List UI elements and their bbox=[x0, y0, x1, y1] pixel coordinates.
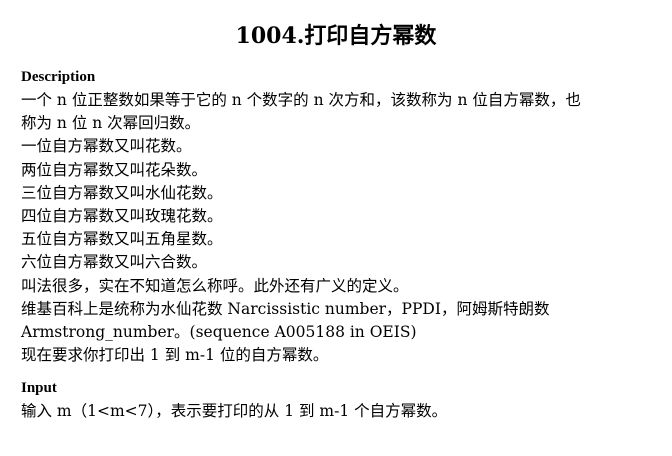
description-line: 叫法很多，实在不知道怎么称呼。此外还有广义的定义。 bbox=[21, 276, 409, 295]
description-line: Armstrong_number。(sequence A005188 in OE… bbox=[21, 323, 417, 342]
description-heading: Description bbox=[21, 69, 96, 85]
input-line: 输入 m（1<m<7），表示要打印的从 1 到 m-1 个自方幂数。 bbox=[21, 402, 448, 420]
description-line: 维基百科上是统称为水仙花数 Narcissistic number，PPDI，阿… bbox=[21, 299, 550, 318]
description-line: 六位自方幂数又叫六合数。 bbox=[21, 253, 208, 272]
description-body: 一个 n 位正整数如果等于它的 n 个数字的 n 次方和，该数称为 n 位自方幂… bbox=[21, 89, 661, 367]
problem-page: 1004.打印自方幂数 Description 一个 n 位正整数如果等于它的 … bbox=[0, 0, 672, 456]
problem-title: 1004.打印自方幂数 bbox=[235, 23, 437, 49]
description-line: 四位自方幂数又叫玫瑰花数。 bbox=[21, 207, 223, 226]
description-line: 一位自方幂数又叫花数。 bbox=[21, 137, 192, 156]
input-section: Input 输入 m（1<m<7），表示要打印的从 1 到 m-1 个自方幂数。 bbox=[21, 379, 661, 423]
description-line: 三位自方幂数又叫水仙花数。 bbox=[21, 183, 223, 202]
description-line: 现在要求你打印出 1 到 m-1 位的自方幂数。 bbox=[21, 346, 329, 365]
input-heading: Input bbox=[21, 380, 57, 396]
description-line: 五位自方幂数又叫五角星数。 bbox=[21, 230, 223, 249]
description-line: 称为 n 位 n 次幂回归数。 bbox=[21, 114, 201, 133]
input-body: 输入 m（1<m<7），表示要打印的从 1 到 m-1 个自方幂数。 bbox=[21, 400, 661, 423]
description-line: 一个 n 位正整数如果等于它的 n 个数字的 n 次方和，该数称为 n 位自方幂… bbox=[21, 91, 581, 109]
description-line: 两位自方幂数又叫花朵数。 bbox=[21, 160, 208, 179]
description-section: Description 一个 n 位正整数如果等于它的 n 个数字的 n 次方和… bbox=[21, 68, 661, 367]
